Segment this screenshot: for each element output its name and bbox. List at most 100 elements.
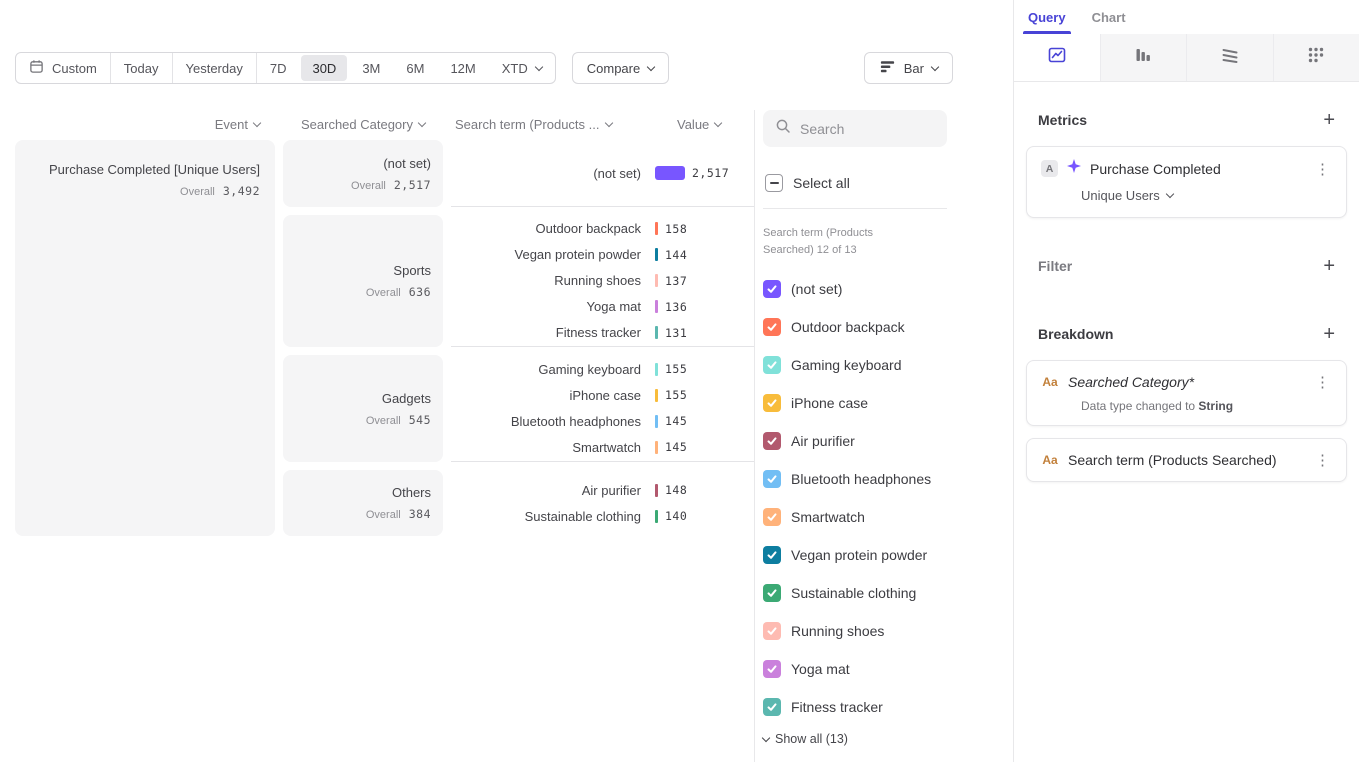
column-header-search-term[interactable]: Search term (Products ... <box>451 117 641 132</box>
segment-item[interactable]: Sustainable clothing <box>763 574 1013 612</box>
checkbox-checked-icon[interactable] <box>763 394 781 412</box>
bar-segment[interactable] <box>655 248 658 261</box>
segment-search[interactable] <box>763 110 947 147</box>
checkbox-checked-icon[interactable] <box>763 470 781 488</box>
bar-segment[interactable] <box>655 222 658 235</box>
add-metric-button[interactable]: + <box>1323 111 1335 129</box>
checkbox-checked-icon[interactable] <box>763 546 781 564</box>
segment-item[interactable]: Yoga mat <box>763 650 1013 688</box>
tab-query[interactable]: Query <box>1028 10 1066 34</box>
breakdown-card[interactable]: Aa Search term (Products Searched) ⋮ <box>1026 438 1347 482</box>
date-range-3m[interactable]: 3M <box>349 53 393 83</box>
column-header-searched-category[interactable]: Searched Category <box>283 117 443 132</box>
kebab-menu-icon[interactable]: ⋮ <box>1313 451 1332 469</box>
tab-retention-grid[interactable] <box>1274 34 1359 81</box>
compare-button[interactable]: Compare <box>572 52 669 84</box>
table-row[interactable]: Sustainable clothing 140 <box>451 503 754 529</box>
event-cell[interactable]: Purchase Completed [Unique Users] Overal… <box>15 140 275 536</box>
checkbox-checked-icon[interactable] <box>763 698 781 716</box>
metric-event-name: Purchase Completed <box>1090 161 1304 177</box>
bar-segment[interactable] <box>655 415 658 428</box>
checkbox-checked-icon[interactable] <box>763 508 781 526</box>
event-spark-icon <box>1067 159 1081 178</box>
tab-chart[interactable]: Chart <box>1092 10 1126 34</box>
add-filter-button[interactable]: + <box>1323 257 1335 275</box>
table-row[interactable]: Smartwatch 145 <box>451 434 754 460</box>
select-all-toggle[interactable]: Select all <box>763 174 1013 192</box>
bar-segment[interactable] <box>655 326 658 339</box>
checkbox-checked-icon[interactable] <box>763 356 781 374</box>
segment-item[interactable]: Fitness tracker <box>763 688 1013 726</box>
breakdown-card[interactable]: Aa Searched Category* ⋮ Data type change… <box>1026 360 1347 426</box>
bar-segment[interactable] <box>655 441 658 454</box>
segment-item[interactable]: Air purifier <box>763 422 1013 460</box>
segment-item[interactable]: Running shoes <box>763 612 1013 650</box>
bar-segment[interactable] <box>655 389 658 402</box>
funnel-bars-icon <box>1133 45 1153 70</box>
segment-item[interactable]: (not set) <box>763 270 1013 308</box>
table-row[interactable]: iPhone case 155 <box>451 382 754 408</box>
table-row[interactable]: Bluetooth headphones 145 <box>451 408 754 434</box>
aggregation-dropdown[interactable]: Unique Users <box>1081 188 1173 203</box>
insights-report: Custom Today Yesterday 7D 30D 3M 6M 12M … <box>0 0 1359 762</box>
segment-item[interactable]: Smartwatch <box>763 498 1013 536</box>
segment-filter-panel: Select all Search term (Products Searche… <box>755 110 1013 762</box>
table-column-headers: Event Searched Category Search term (Pro… <box>15 110 754 138</box>
segment-item[interactable]: Outdoor backpack <box>763 308 1013 346</box>
divider <box>763 208 947 209</box>
bar-segment[interactable] <box>655 363 658 376</box>
date-range-6m[interactable]: 6M <box>393 53 437 83</box>
breakdown-heading: Breakdown <box>1038 326 1113 342</box>
kebab-menu-icon[interactable]: ⋮ <box>1313 373 1332 391</box>
table-row[interactable]: Vegan protein powder 144 <box>451 242 754 268</box>
table-row[interactable]: Outdoor backpack 158 <box>451 216 754 242</box>
table-row[interactable]: (not set) 2,517 <box>451 160 754 186</box>
date-range-custom-label: Custom <box>52 61 97 76</box>
date-range-7d[interactable]: 7D <box>257 53 300 83</box>
chevron-down-icon <box>762 733 770 741</box>
tab-funnel-chart[interactable] <box>1101 34 1188 81</box>
category-cell[interactable]: Sports Overall636 <box>283 215 443 347</box>
date-range-today[interactable]: Today <box>111 53 173 83</box>
checkbox-checked-icon[interactable] <box>763 622 781 640</box>
indeterminate-checkbox-icon[interactable] <box>765 174 783 192</box>
bar-segment[interactable] <box>655 274 658 287</box>
table-row[interactable]: Air purifier 148 <box>451 477 754 503</box>
table-row[interactable]: Running shoes 137 <box>451 268 754 294</box>
table-row[interactable]: Yoga mat 136 <box>451 294 754 320</box>
column-header-event[interactable]: Event <box>15 117 275 132</box>
category-cell[interactable]: (not set) Overall2,517 <box>283 140 443 207</box>
checkbox-checked-icon[interactable] <box>763 318 781 336</box>
checkbox-checked-icon[interactable] <box>763 432 781 450</box>
category-cell[interactable]: Others Overall384 <box>283 470 443 536</box>
checkbox-checked-icon[interactable] <box>763 280 781 298</box>
segment-item[interactable]: Bluetooth headphones <box>763 460 1013 498</box>
category-cell[interactable]: Gadgets Overall545 <box>283 355 443 462</box>
checkbox-checked-icon[interactable] <box>763 660 781 678</box>
date-range-custom[interactable]: Custom <box>16 53 111 83</box>
segment-item[interactable]: Vegan protein powder <box>763 536 1013 574</box>
checkbox-checked-icon[interactable] <box>763 584 781 602</box>
event-name: Purchase Completed [Unique Users] <box>49 162 260 177</box>
tab-flows-chart[interactable] <box>1187 34 1274 81</box>
bar-segment[interactable] <box>655 300 658 313</box>
metric-card[interactable]: A Purchase Completed ⋮ Unique Users <box>1026 146 1347 218</box>
bar-segment[interactable] <box>655 510 658 523</box>
kebab-menu-icon[interactable]: ⋮ <box>1313 160 1332 178</box>
search-input[interactable] <box>800 121 935 137</box>
bar-segment[interactable] <box>655 166 685 180</box>
date-range-12m[interactable]: 12M <box>437 53 488 83</box>
table-row[interactable]: Gaming keyboard 155 <box>451 356 754 382</box>
date-range-30d[interactable]: 30D <box>301 55 347 81</box>
date-range-xtd-dropdown[interactable]: XTD <box>489 53 555 83</box>
tab-insights-chart[interactable] <box>1014 34 1101 81</box>
add-breakdown-button[interactable]: + <box>1323 325 1335 343</box>
bar-segment[interactable] <box>655 484 658 497</box>
date-range-yesterday[interactable]: Yesterday <box>173 53 257 83</box>
segment-item[interactable]: iPhone case <box>763 384 1013 422</box>
table-row[interactable]: Fitness tracker 131 <box>451 320 754 346</box>
segment-item[interactable]: Gaming keyboard <box>763 346 1013 384</box>
column-header-value[interactable]: Value <box>677 117 721 132</box>
chart-type-dropdown[interactable]: Bar <box>864 52 953 84</box>
show-all-link[interactable]: Show all (13) <box>763 732 1013 746</box>
